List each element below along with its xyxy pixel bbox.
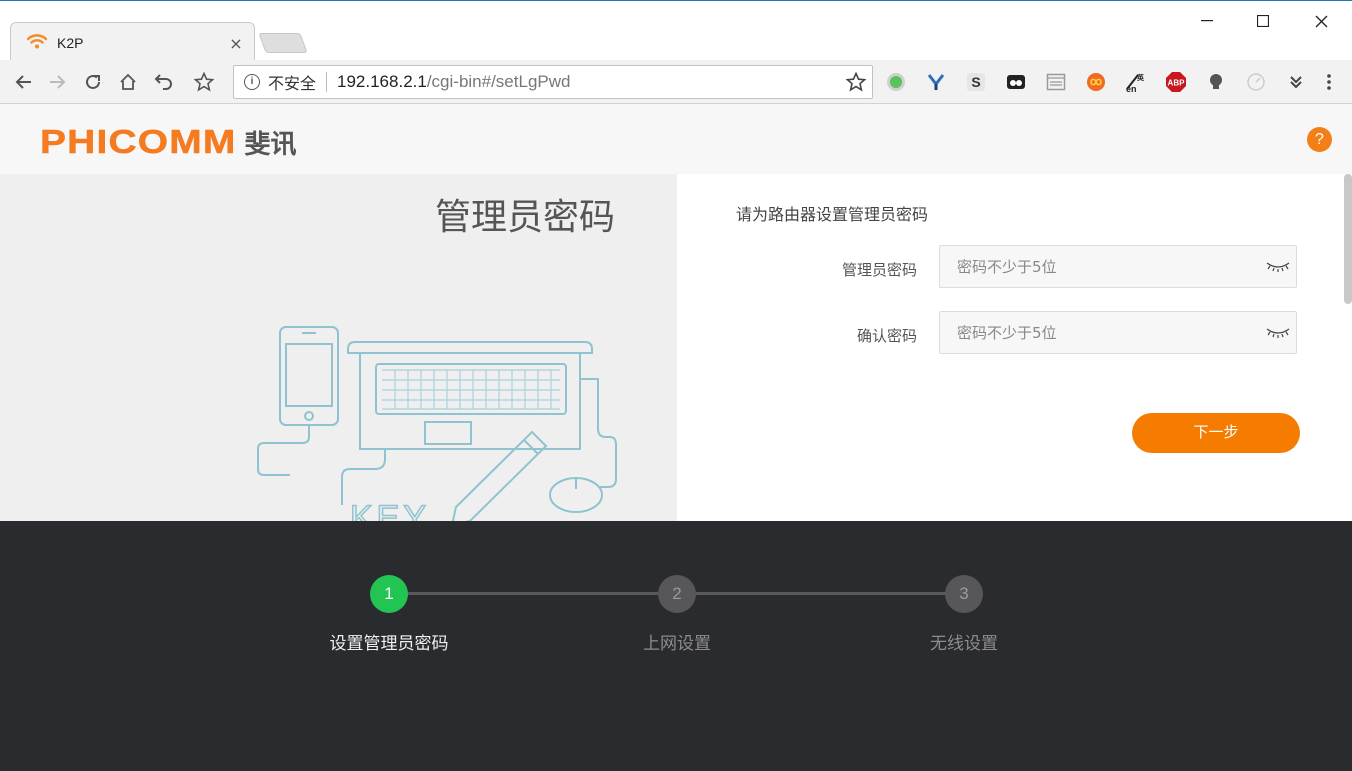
window-extension-icon[interactable] (1045, 71, 1067, 93)
double-chevron-icon[interactable] (1285, 71, 1307, 93)
page-header: PHICOMM 斐讯 ? (0, 104, 1352, 174)
admin-password-input[interactable] (940, 246, 1260, 287)
eyes-extension-icon[interactable] (1005, 71, 1027, 93)
key-watermark-text: KEY (350, 499, 430, 521)
security-label[interactable]: 不安全 (268, 70, 316, 94)
close-window-button[interactable] (1298, 7, 1344, 35)
tab-close-icon[interactable]: × (228, 34, 244, 53)
svg-text:en: en (1126, 84, 1137, 93)
undo-icon[interactable] (150, 69, 176, 95)
tab-title: K2P (57, 35, 84, 51)
reload-icon[interactable] (80, 69, 106, 95)
back-icon[interactable] (10, 69, 36, 95)
home-icon[interactable] (115, 69, 141, 95)
step-1-label: 设置管理员密码 (329, 634, 449, 654)
forward-icon[interactable] (45, 69, 71, 95)
new-tab-button[interactable] (258, 33, 308, 53)
hide-confirm-eye-icon[interactable] (1266, 324, 1290, 344)
maximize-button[interactable] (1240, 7, 1286, 35)
s-extension-icon[interactable]: S (965, 71, 987, 93)
translate-extension-icon[interactable]: en 英 (1125, 71, 1147, 93)
abp-label: ABP (1168, 79, 1186, 88)
left-illustration-panel: 管理员密码 KEY (0, 174, 677, 521)
url-path: /cgi-bin#/setLgPwd (426, 72, 571, 91)
address-bar[interactable]: i 不安全 192.168.2.1/cgi-bin#/setLgPwd (233, 65, 873, 99)
panel-title: 管理员密码 (434, 197, 615, 238)
confirm-password-label: 确认密码 (856, 327, 917, 345)
y-leaf-extension-icon[interactable] (925, 71, 947, 93)
url-host: 192.168.2.1 (337, 72, 427, 91)
setup-steps-footer: 1 2 3 设置管理员密码 上网设置 无线设置 (0, 521, 1352, 771)
info-icon[interactable]: i (244, 74, 260, 90)
infinity-extension-icon[interactable] (1085, 71, 1107, 93)
browser-titlebar: K2P × (0, 0, 1352, 62)
logo-text-en: PHICOMM (40, 123, 237, 161)
phicomm-logo: PHICOMM 斐讯 (40, 123, 297, 161)
minimize-button[interactable] (1184, 7, 1230, 35)
page-scrollbar[interactable] (1344, 174, 1352, 304)
form-subtitle: 请为路由器设置管理员密码 (736, 205, 929, 224)
omnibox-divider (326, 72, 328, 92)
browser-tab[interactable]: K2P × (10, 22, 255, 62)
next-step-button[interactable]: 下一步 (1132, 413, 1300, 453)
confirm-password-input[interactable] (940, 312, 1260, 353)
green-circle-extension-icon[interactable] (885, 71, 907, 93)
bookmark-star-icon[interactable] (191, 69, 217, 95)
router-setup-page: PHICOMM 斐讯 ? 管理员密码 KEY 请为路由器设置管理员密码 管理员密… (0, 104, 1352, 771)
adblock-plus-icon[interactable]: ABP (1165, 71, 1187, 93)
admin-password-label: 管理员密码 (841, 261, 917, 279)
step-connector (696, 592, 946, 595)
svg-text:S: S (971, 74, 980, 90)
step-1-indicator: 1 (370, 575, 408, 613)
logo-text-cn: 斐讯 (244, 130, 297, 160)
password-form-panel: 请为路由器设置管理员密码 管理员密码 确认密码 下一步 (677, 174, 1352, 521)
svg-text:英: 英 (1136, 73, 1145, 82)
step-3-label: 无线设置 (930, 634, 998, 654)
step-connector (408, 592, 658, 595)
confirm-password-field (939, 311, 1297, 354)
help-icon[interactable]: ? (1307, 127, 1332, 152)
gauge-extension-icon[interactable] (1245, 71, 1267, 93)
wifi-icon (26, 33, 48, 53)
admin-password-field (939, 245, 1297, 288)
browser-toolbar: i 不安全 192.168.2.1/cgi-bin#/setLgPwd S en… (0, 60, 1352, 104)
step-3-indicator: 3 (945, 575, 983, 613)
hide-password-eye-icon[interactable] (1266, 258, 1290, 278)
lightbulb-extension-icon[interactable] (1205, 71, 1227, 93)
step-2-label: 上网设置 (643, 634, 711, 654)
step-2-indicator: 2 (658, 575, 696, 613)
bookmark-page-star-icon[interactable] (845, 71, 867, 96)
device-illustration: KEY (257, 326, 617, 521)
more-menu-icon[interactable] (1318, 71, 1340, 93)
